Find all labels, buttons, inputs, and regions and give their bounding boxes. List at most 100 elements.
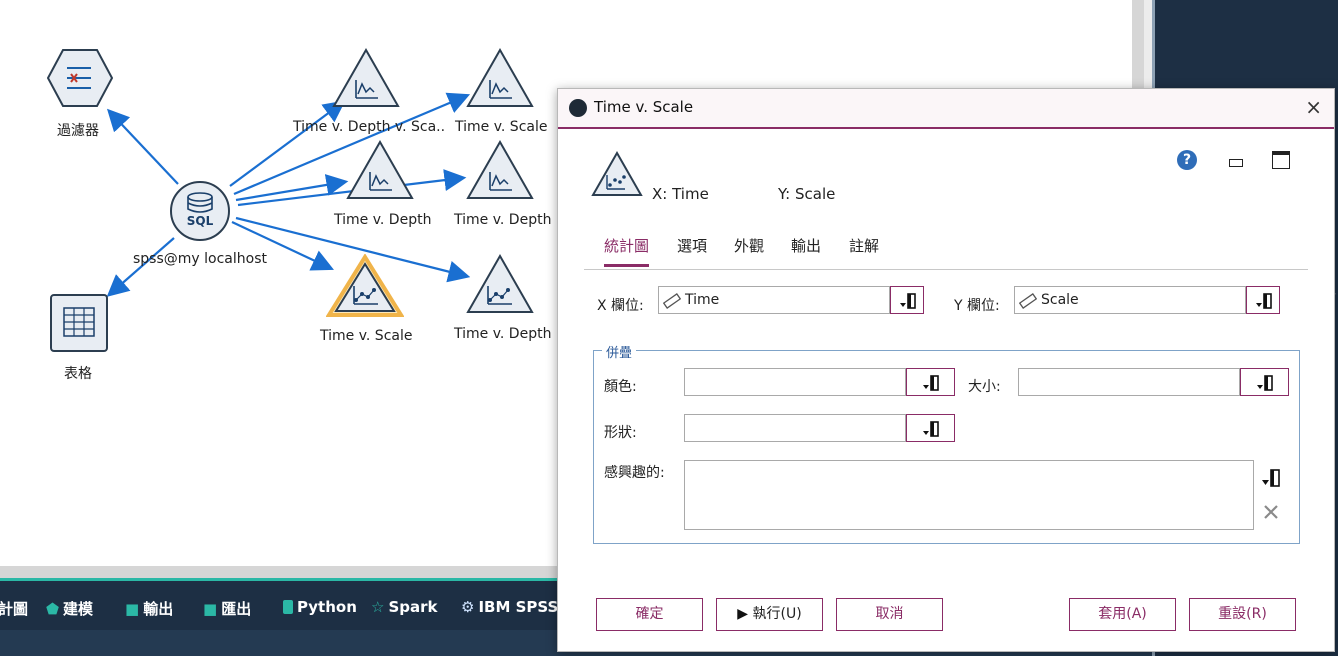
- y-field-value: Scale: [1041, 292, 1079, 308]
- star-icon: ☆: [371, 598, 385, 616]
- ruler-icon: [663, 293, 681, 309]
- palette-tab-ibm-spss[interactable]: ⚙ IBM SPSS: [461, 598, 558, 616]
- graph-node-5-selected[interactable]: [325, 253, 405, 318]
- graph-node-6-label: Time v. Depth: [454, 326, 552, 342]
- dialog-tabs: 統計圖 選項 外觀 輸出 註解: [584, 235, 1308, 270]
- palette-tab-modeling[interactable]: ⬟ 建模: [46, 598, 93, 619]
- canvas-vertical-scrollbar[interactable]: [1132, 0, 1144, 90]
- pentagon-icon: ⬟: [46, 600, 60, 618]
- graph-node-5-label: Time v. Scale: [320, 328, 413, 344]
- shape-label: 形狀:: [604, 425, 637, 441]
- tab-appearance[interactable]: 外觀: [734, 235, 764, 264]
- size-picker-button[interactable]: [1240, 368, 1289, 396]
- tab-plot[interactable]: 統計圖: [604, 235, 650, 267]
- color-label: 顏色:: [604, 379, 637, 395]
- graph-node-3[interactable]: [346, 139, 414, 200]
- graph-node-6[interactable]: [466, 253, 534, 314]
- graph-node-1-label: Time v. Depth v. Sca..: [293, 119, 446, 135]
- remove-icon[interactable]: [1262, 503, 1280, 521]
- x-summary: X: Time: [652, 185, 709, 203]
- x-field-label: X 欄位:: [597, 298, 644, 314]
- run-button[interactable]: ▶ 執行(U): [716, 598, 823, 631]
- size-field-input[interactable]: [1018, 368, 1240, 396]
- graph-node-2[interactable]: [466, 47, 534, 108]
- palette-tab-ibm-spss-label: IBM SPSS: [478, 598, 559, 616]
- palette-tab-spark[interactable]: ☆ Spark: [371, 598, 438, 616]
- dialog-title: Time v. Scale: [594, 98, 694, 116]
- link-to-graph3: [235, 174, 349, 202]
- shape-field-input[interactable]: [684, 414, 906, 442]
- link-to-graph1: [229, 100, 346, 187]
- line-chart-icon: [346, 139, 414, 199]
- filter-node[interactable]: [46, 48, 114, 108]
- graph-node-dialog: Time v. Scale × X: Time Y: Scale ? 統計圖 選…: [557, 88, 1335, 652]
- field-picker-icon[interactable]: [1260, 468, 1282, 488]
- scatter-plot-icon: [591, 151, 643, 196]
- apply-button[interactable]: 套用(A): [1069, 598, 1176, 631]
- palette-tab-export[interactable]: ■ 匯出: [203, 598, 251, 619]
- field-picker-icon: [923, 421, 939, 437]
- filter-icon: [46, 49, 114, 107]
- play-icon: ▶: [737, 606, 749, 622]
- table-node-label: 表格: [64, 366, 92, 382]
- x-field-picker-button[interactable]: [890, 286, 924, 314]
- graph-node-1[interactable]: [332, 47, 400, 108]
- reset-button[interactable]: 重設(R): [1189, 598, 1296, 631]
- graph-node-4[interactable]: [466, 139, 534, 200]
- palette-tab-output-label: 輸出: [143, 600, 174, 618]
- graph-node-2-label: Time v. Scale: [455, 119, 548, 135]
- scatter-plot-icon: [466, 253, 534, 313]
- palette-tab-output[interactable]: ■ 輸出: [125, 598, 173, 619]
- palette-tab-graphs-label: 計圖: [0, 600, 29, 618]
- field-picker-icon: [1256, 293, 1272, 309]
- sql-source-label: spss@my localhost: [133, 251, 267, 267]
- minimize-icon[interactable]: [1229, 159, 1243, 167]
- overlay-legend: 併疊: [602, 342, 637, 361]
- table-icon: [50, 294, 108, 352]
- field-picker-icon: [923, 375, 939, 391]
- dialog-titlebar[interactable]: Time v. Scale ×: [558, 89, 1334, 129]
- sql-source-node[interactable]: SQL: [169, 180, 231, 242]
- y-field-picker-button[interactable]: [1246, 286, 1280, 314]
- palette-tab-python[interactable]: Python: [283, 598, 357, 616]
- line-chart-icon: [466, 139, 534, 199]
- palette-tab-python-label: Python: [297, 598, 357, 616]
- sql-badge: SQL: [186, 214, 214, 228]
- maximize-icon[interactable]: [1272, 151, 1290, 169]
- line-chart-icon: [466, 47, 534, 107]
- app-globe-icon: [569, 99, 587, 117]
- y-summary: Y: Scale: [778, 185, 836, 203]
- y-field-label: Y 欄位:: [954, 298, 1000, 314]
- table-node[interactable]: [50, 294, 108, 352]
- tab-output[interactable]: 輸出: [791, 235, 821, 264]
- palette-tab-modeling-label: 建模: [63, 600, 94, 618]
- python-icon: [283, 600, 293, 614]
- interest-label: 感興趣的:: [604, 465, 665, 481]
- interest-list[interactable]: [684, 460, 1254, 530]
- color-field-input[interactable]: [684, 368, 906, 396]
- palette-tab-graphs[interactable]: 計圖: [0, 598, 28, 619]
- tab-annotations[interactable]: 註解: [849, 235, 879, 264]
- color-picker-button[interactable]: [906, 368, 955, 396]
- help-icon[interactable]: ?: [1177, 150, 1197, 170]
- field-picker-icon: [1257, 375, 1273, 391]
- size-label: 大小:: [968, 379, 1001, 395]
- database-icon: [170, 181, 230, 241]
- graph-node-4-label: Time v. Depth: [454, 212, 552, 228]
- link-to-filter: [106, 108, 179, 185]
- cancel-button[interactable]: 取消: [836, 598, 943, 631]
- square-icon: ■: [203, 600, 218, 618]
- palette-tab-export-label: 匯出: [221, 600, 252, 618]
- square-icon: ■: [125, 600, 140, 618]
- ok-button[interactable]: 確定: [596, 598, 703, 631]
- shape-picker-button[interactable]: [906, 414, 955, 442]
- x-field-value: Time: [685, 292, 720, 308]
- spss-icon: ⚙: [461, 598, 475, 616]
- x-field-input[interactable]: Time: [658, 286, 890, 314]
- filter-node-label: 過濾器: [57, 123, 99, 139]
- scatter-plot-icon: [325, 253, 405, 317]
- close-button[interactable]: ×: [1305, 95, 1322, 119]
- y-field-input[interactable]: Scale: [1014, 286, 1246, 314]
- tab-options[interactable]: 選項: [677, 235, 707, 264]
- field-picker-icon: [900, 293, 916, 309]
